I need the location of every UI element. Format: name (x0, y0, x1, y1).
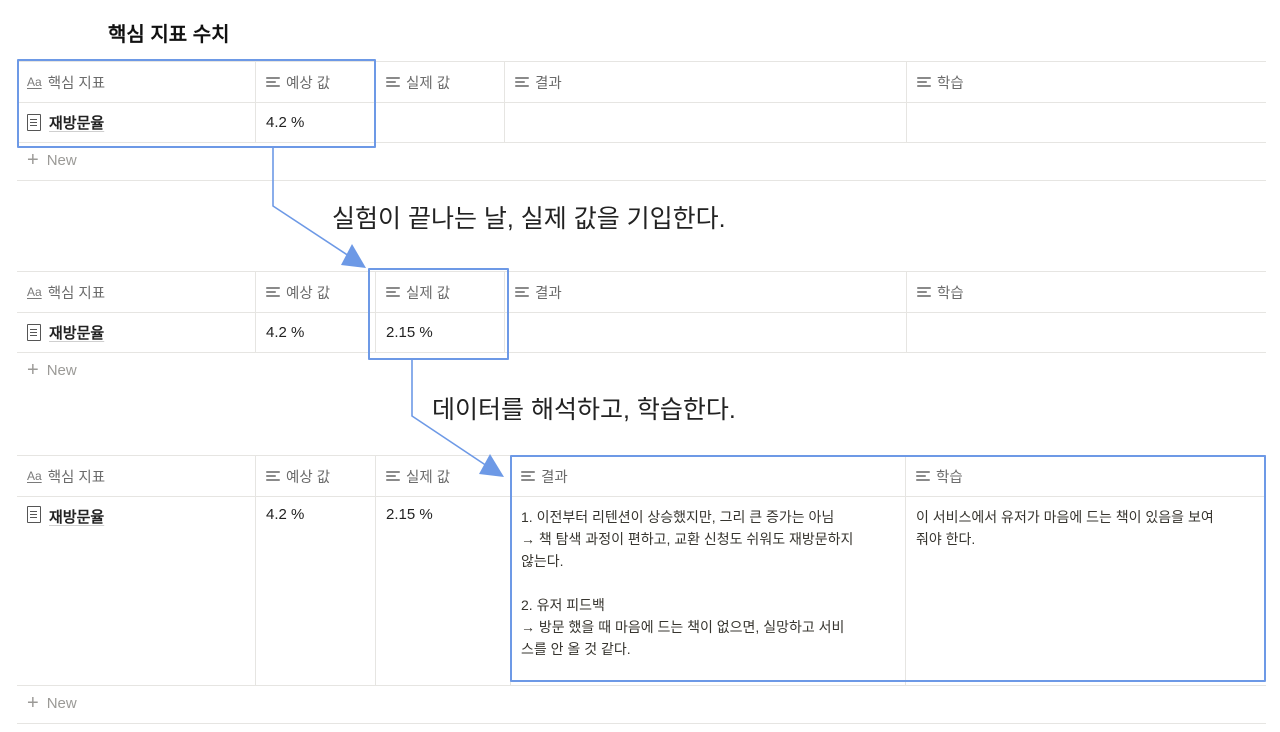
arrow-2-head (479, 454, 504, 477)
arrow-1-head (341, 244, 366, 268)
arrow-1 (272, 148, 353, 259)
arrow-2 (411, 360, 491, 469)
flow-arrows (272, 148, 504, 477)
